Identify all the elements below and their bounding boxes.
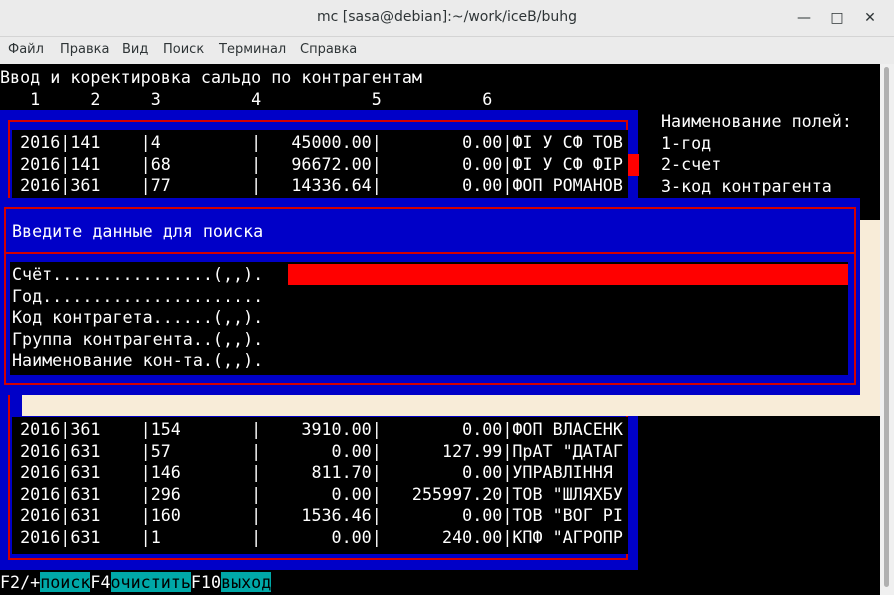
maximize-icon[interactable]: □ [825, 6, 849, 30]
field-year-label[interactable]: Год...................... [12, 286, 263, 308]
table-row[interactable]: 2016|141 |4 | 45000.00| 0.00|ФІ У СФ ТОВ [0, 132, 623, 154]
screen-heading: Ввод и коректировка сальдо по контрагент… [0, 67, 422, 87]
table-row[interactable]: 2016|631 |146 | 811.70| 0.00|УПРАВЛІННЯ [0, 462, 613, 484]
terminal[interactable]: Ввод и коректировка сальдо по контрагент… [0, 64, 880, 595]
field-contractor-name-label[interactable]: Наименование кон-та.(,,). [12, 350, 263, 372]
window-title: mc [sasa@debian]:~/work/iceB/buhg [317, 9, 577, 25]
fkey-clear-key[interactable]: F4 [90, 572, 110, 592]
fkey-clear-label[interactable]: очистить [110, 572, 191, 592]
menu-file[interactable]: Файл [8, 42, 44, 57]
close-icon[interactable]: ✕ [858, 6, 882, 30]
field-contractor-group-label[interactable]: Группа контрагента..(,,). [12, 329, 263, 351]
menu-terminal[interactable]: Терминал [219, 42, 286, 57]
table-row[interactable]: 2016|631 |160 | 1536.46| 0.00|ТОВ "ВОГ Р… [0, 505, 623, 527]
menu-view[interactable]: Вид [122, 42, 148, 57]
side-panel-item: 3-код контрагента [661, 176, 832, 196]
table-row[interactable]: 2016|361 |154 | 3910.00| 0.00|ФОП ВЛАСЕН… [0, 419, 623, 441]
column-numbers: 1 2 3 4 5 6 [0, 89, 493, 109]
menu-search[interactable]: Поиск [163, 42, 204, 57]
menubar: Файл Правка Вид Поиск Терминал Справка [0, 37, 894, 64]
side-panel-item: 1-год [661, 133, 712, 153]
fkey-search-key[interactable]: F2/+ [0, 572, 40, 592]
dialog-title: Введите данные для поиска [12, 221, 264, 241]
terminal-scrollbar[interactable] [880, 64, 894, 595]
minimize-icon[interactable]: — [792, 6, 816, 30]
field-account-label: Счёт................(,,). [12, 264, 264, 284]
menu-help[interactable]: Справка [300, 42, 357, 57]
fkey-exit-key[interactable]: F10 [191, 572, 221, 592]
side-panel-title: Наименование полей: [661, 111, 852, 131]
fkey-exit-label[interactable]: выход [221, 572, 272, 592]
fkey-search-label[interactable]: поиск [40, 572, 91, 592]
dialog-divider [6, 252, 854, 254]
table-row[interactable]: 2016|631 |1 | 0.00| 240.00|КПФ "АГРОПР [0, 527, 623, 549]
table-scroll-marker [628, 154, 639, 176]
side-panel-item: 2-счет [661, 154, 722, 174]
account-input[interactable] [288, 264, 848, 285]
window-titlebar: mc [sasa@debian]:~/work/iceB/buhg — □ ✕ [0, 0, 894, 37]
menu-edit[interactable]: Правка [60, 42, 109, 57]
table-row[interactable]: 2016|361 |77 | 14336.64| 0.00|ФОП РОМАНО… [0, 175, 623, 197]
fkey-bar: F2/+поискF4очиститьF10выход [0, 572, 272, 594]
scrollbar-thumb[interactable] [884, 67, 889, 587]
table-row[interactable]: 2016|141 |68 | 96672.00| 0.00|ФІ У СФ ФІ… [0, 154, 623, 176]
table-row[interactable]: 2016|631 |57 | 0.00| 127.99|ПрАТ "ДАТАГ [0, 441, 623, 463]
table-row[interactable]: 2016|631 |296 | 0.00| 255997.20|ТОВ "ШЛЯ… [0, 484, 623, 506]
field-contractor-code-label[interactable]: Код контрагета......(,,). [12, 307, 263, 329]
